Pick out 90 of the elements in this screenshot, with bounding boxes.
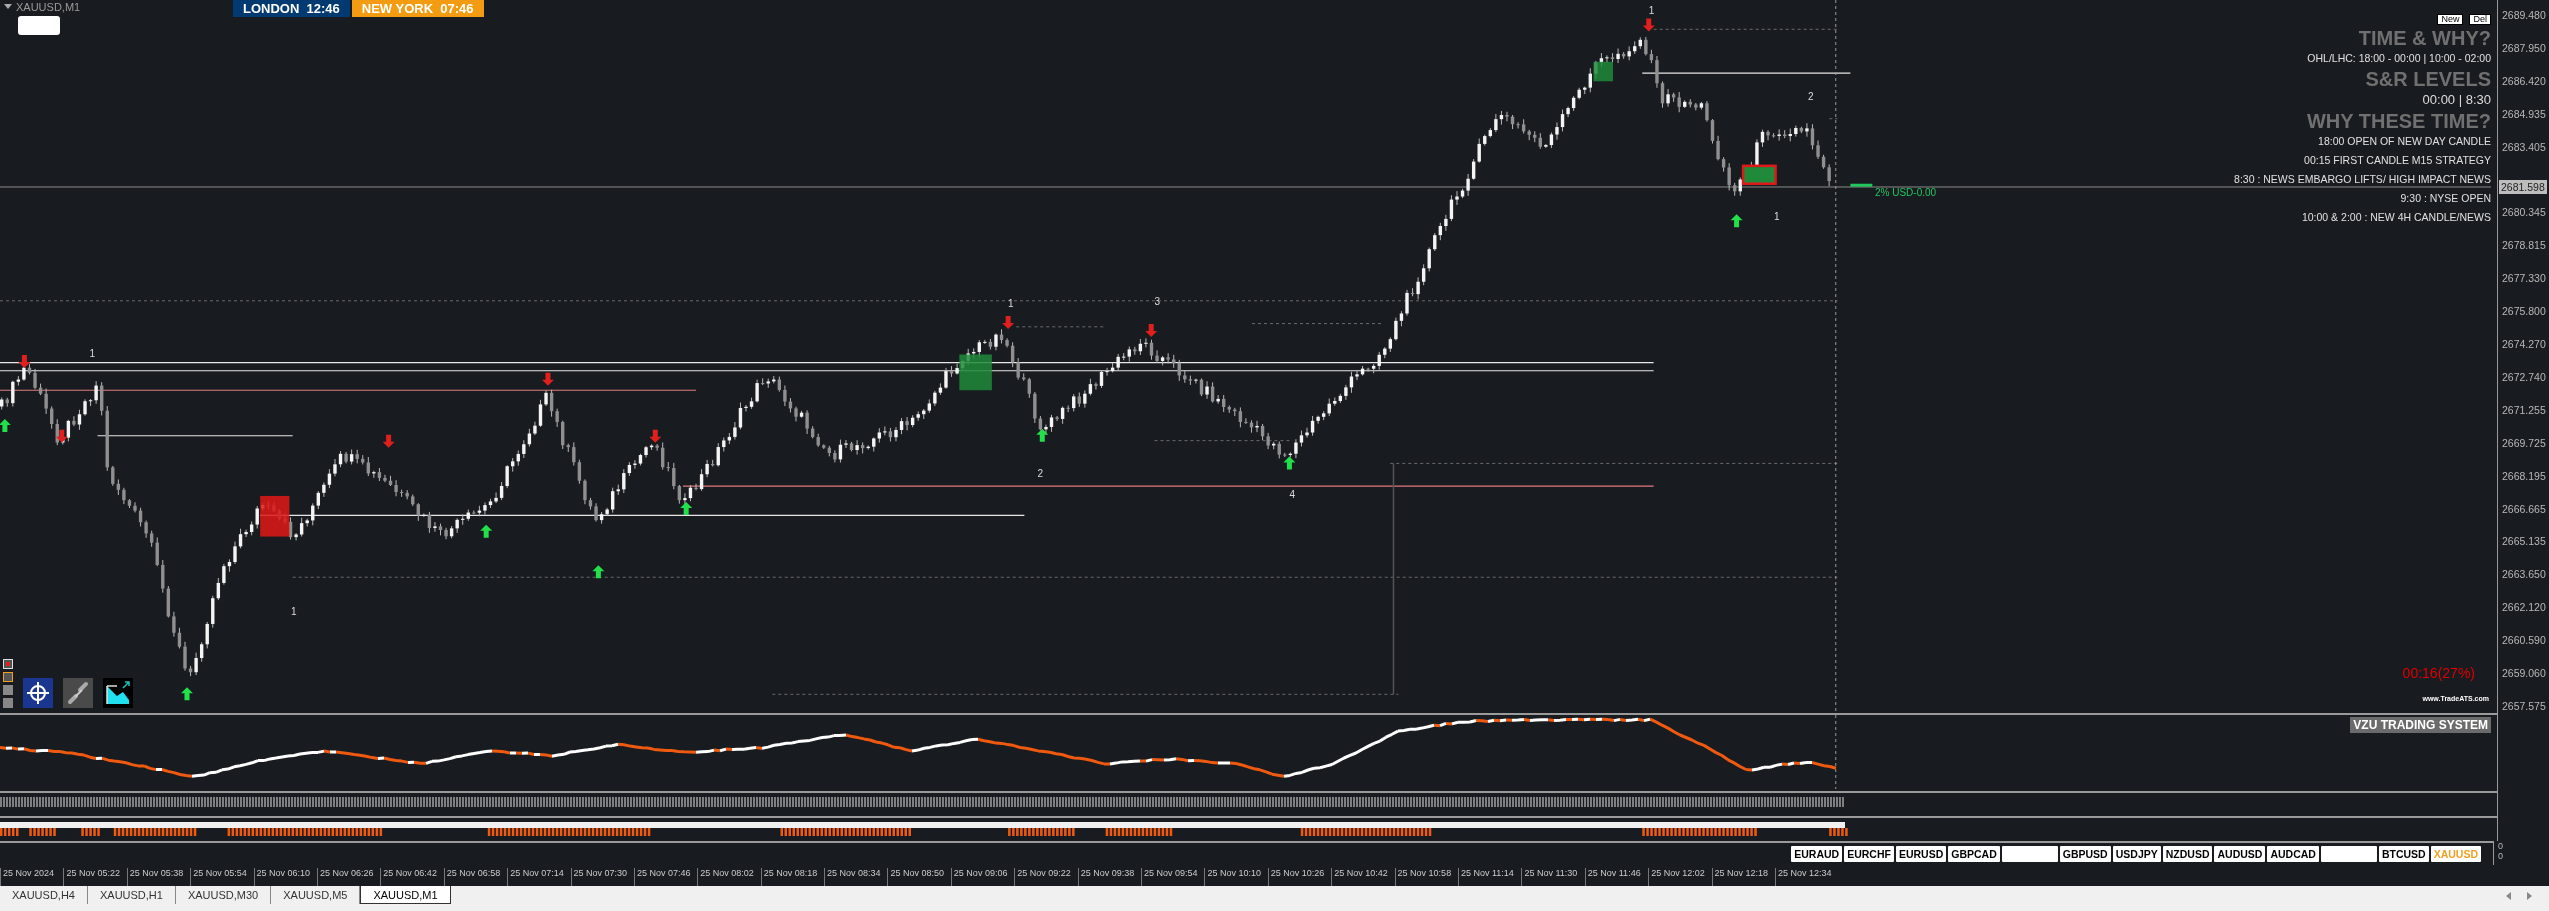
down-arrow-icon (382, 434, 395, 448)
chart-tab[interactable]: XAUUSD,M1 (360, 886, 451, 904)
symbol-button[interactable]: AUDCAD (2267, 846, 2319, 862)
price-tick: 2683.405 (2502, 140, 2546, 153)
symbol-button[interactable]: GBPUSD (2059, 846, 2111, 862)
symbol-button[interactable]: AUDUSD (2214, 846, 2266, 862)
scroll-left-icon[interactable] (2505, 892, 2513, 900)
current-price: 2681.598 (2499, 180, 2547, 194)
wave-label: 2 (1037, 468, 1043, 480)
buy-zone (959, 354, 992, 391)
symbol-button[interactable]: USDJPY (2112, 846, 2161, 862)
price-tick: 2672.740 (2502, 370, 2546, 383)
chart-icon[interactable] (103, 678, 133, 708)
wave-label: 3 (1154, 295, 1160, 307)
price-tick: 2665.135 (2502, 535, 2546, 548)
down-arrow-icon (1642, 18, 1655, 32)
price-tick: 2675.800 (2502, 305, 2546, 318)
down-arrow-icon (1145, 324, 1158, 338)
up-arrow-icon (1036, 428, 1049, 442)
price-tick: 2686.420 (2502, 74, 2546, 87)
info-text: 18:00 OPEN OF NEW DAY CANDLE (2318, 134, 2491, 149)
sell-zone (260, 495, 290, 537)
price-tick: 2689.480 (2502, 9, 2546, 21)
spread-label: 2% USD-0.00 (1875, 187, 1937, 198)
session-clock: NEW YORK 07:46 (351, 0, 484, 17)
price-tick: 2659.060 (2502, 667, 2546, 679)
wave-label: 4 (1289, 489, 1295, 501)
scale-value: 0 (2498, 841, 2504, 851)
info-text: 9:30 : NYSE OPEN (2400, 191, 2491, 206)
session-clock: LONDON 12:46 (233, 0, 350, 17)
up-arrow-icon (1283, 456, 1296, 470)
price-tick: 2687.950 (2502, 41, 2546, 54)
price-tick: 2657.575 (2502, 699, 2546, 712)
symbol-button[interactable]: EURAUD (1791, 846, 1843, 862)
wave-label: 1 (291, 606, 297, 618)
down-arrow-icon (649, 429, 662, 443)
wave-label: 1 (1008, 297, 1014, 309)
info-text: OHL/LHC: 18:00 - 00:00 | 10:00 - 02:00 (2307, 51, 2491, 66)
panel-button[interactable]: Del (2469, 14, 2491, 25)
down-arrow-icon (55, 429, 68, 443)
small-tool-icon[interactable] (3, 659, 13, 669)
symbol-button[interactable]: EURUSD (1895, 846, 1947, 862)
info-text: WHY THESE TIME? (2306, 110, 2491, 132)
up-arrow-icon (592, 565, 605, 579)
symbol-button[interactable]: EURCHF (1844, 846, 1894, 862)
up-arrow-icon (0, 419, 11, 432)
up-arrow-icon (1730, 214, 1743, 228)
price-tick: 2678.815 (2502, 239, 2546, 252)
info-text: 10:00 & 2:00 : NEW 4H CANDLE/NEWS (2301, 210, 2491, 225)
buy-zone (1593, 61, 1613, 82)
price-tick: 2660.590 (2502, 634, 2546, 647)
down-arrow-icon (18, 354, 31, 368)
wave-label: 1 (1648, 4, 1655, 16)
price-tick: 2684.935 (2502, 107, 2546, 120)
wave-label: 2 (1808, 91, 1814, 103)
scroll-right-icon[interactable] (2525, 892, 2533, 900)
price-marker (1850, 183, 1873, 187)
price-tick: 2668.195 (2502, 469, 2546, 482)
down-arrow-icon (541, 372, 554, 386)
price-tick: 2663.650 (2502, 568, 2546, 581)
price-tick: 2677.330 (2502, 272, 2546, 285)
symbol-button[interactable]: BTCUSD (2378, 846, 2429, 862)
crosshair-icon[interactable] (23, 678, 53, 708)
info-text: 00:15 FIRST CANDLE M15 STRATEGY (2304, 153, 2491, 168)
buy-zone (1741, 164, 1777, 185)
panel-button[interactable]: New (2437, 14, 2464, 25)
up-arrow-icon (680, 501, 693, 515)
symbol-text: XAUUSD,M1 (16, 1, 81, 13)
indicator-title: VZU TRADING SYSTEM (2350, 717, 2491, 733)
info-text: TIME & WHY? (2358, 27, 2491, 49)
dropdown-caret-icon (4, 4, 12, 10)
symbol-button[interactable]: GBPCAD (1948, 846, 2000, 862)
price-tick: 2662.120 (2502, 601, 2546, 614)
wave-label: 1 (1773, 211, 1780, 223)
price-tick: 2666.665 (2502, 502, 2546, 515)
scale-value: 0 (2498, 851, 2504, 861)
link-icon[interactable] (63, 678, 93, 708)
up-arrow-icon (181, 687, 193, 701)
symbol-button[interactable]: NZDUSD (2162, 846, 2213, 862)
candle-countdown: 00:16(27%) (2402, 665, 2475, 681)
price-tick: 2669.725 (2502, 436, 2546, 449)
price-tick: 2674.270 (2502, 338, 2546, 350)
info-text: 00:00 | 8:30 (2422, 91, 2491, 109)
price-tick: 2671.255 (2502, 403, 2546, 416)
down-arrow-icon (1002, 315, 1015, 329)
info-text: S&R LEVELS (2365, 68, 2491, 90)
info-text: 8:30 : NEWS EMBARGO LIFTS/ HIGH IMPACT NEWS (2234, 172, 2491, 187)
price-tick: 2680.345 (2502, 206, 2546, 219)
up-arrow-icon (480, 524, 493, 538)
wave-label: 1 (89, 347, 95, 359)
